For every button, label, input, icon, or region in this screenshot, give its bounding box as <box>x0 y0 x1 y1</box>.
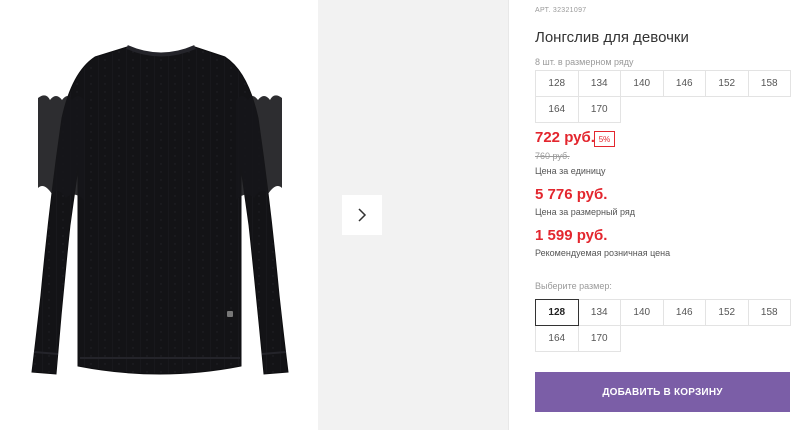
old-price: 760 руб. <box>535 151 570 161</box>
size-set-label: 8 шт. в размерном ряду <box>535 57 634 67</box>
size-set-item: 164 <box>535 96 579 123</box>
set-price: 5 776 руб. <box>535 186 608 203</box>
size-set-item: 158 <box>747 70 791 97</box>
size-option[interactable]: 152 <box>705 299 749 326</box>
size-option-selected[interactable]: 128 <box>535 299 579 326</box>
size-set-item: 152 <box>705 70 749 97</box>
size-set-item: 146 <box>662 70 706 97</box>
chevron-right-icon <box>358 208 367 222</box>
rrp-price: 1 599 руб. <box>535 227 608 244</box>
next-image-button[interactable] <box>342 195 382 235</box>
set-price-caption: Цена за размерный ряд <box>535 207 636 217</box>
add-to-cart-button[interactable]: ДОБАВИТЬ В КОРЗИНУ <box>535 372 790 412</box>
size-option[interactable]: 146 <box>662 299 706 326</box>
product-sku: АРТ. 32321097 <box>535 7 587 14</box>
size-set-item: 134 <box>577 70 621 97</box>
choose-size-label: Выберите размер: <box>535 281 612 291</box>
size-set-item: 128 <box>535 70 579 97</box>
size-option[interactable]: 158 <box>747 299 791 326</box>
size-set-item: 170 <box>577 96 621 123</box>
unit-price-caption: Цена за единицу <box>535 166 606 176</box>
size-set-item: 140 <box>620 70 664 97</box>
size-selector: 128 134 140 146 152 158 164 170 <box>535 299 791 352</box>
size-set-grid: 128 134 140 146 152 158 164 170 <box>535 70 791 123</box>
discount-badge: 5% <box>594 131 615 147</box>
size-option[interactable]: 164 <box>535 325 579 352</box>
size-option[interactable]: 140 <box>620 299 664 326</box>
divider <box>508 0 509 430</box>
unit-price: 722 руб. <box>535 129 595 146</box>
product-image <box>0 0 318 430</box>
rrp-price-caption: Рекомендуемая розничная цена <box>535 248 671 258</box>
size-option[interactable]: 170 <box>577 325 621 352</box>
size-option[interactable]: 134 <box>577 299 621 326</box>
longsleeve-image <box>31 45 289 375</box>
product-title: Лонгслив для девочки <box>535 29 689 46</box>
